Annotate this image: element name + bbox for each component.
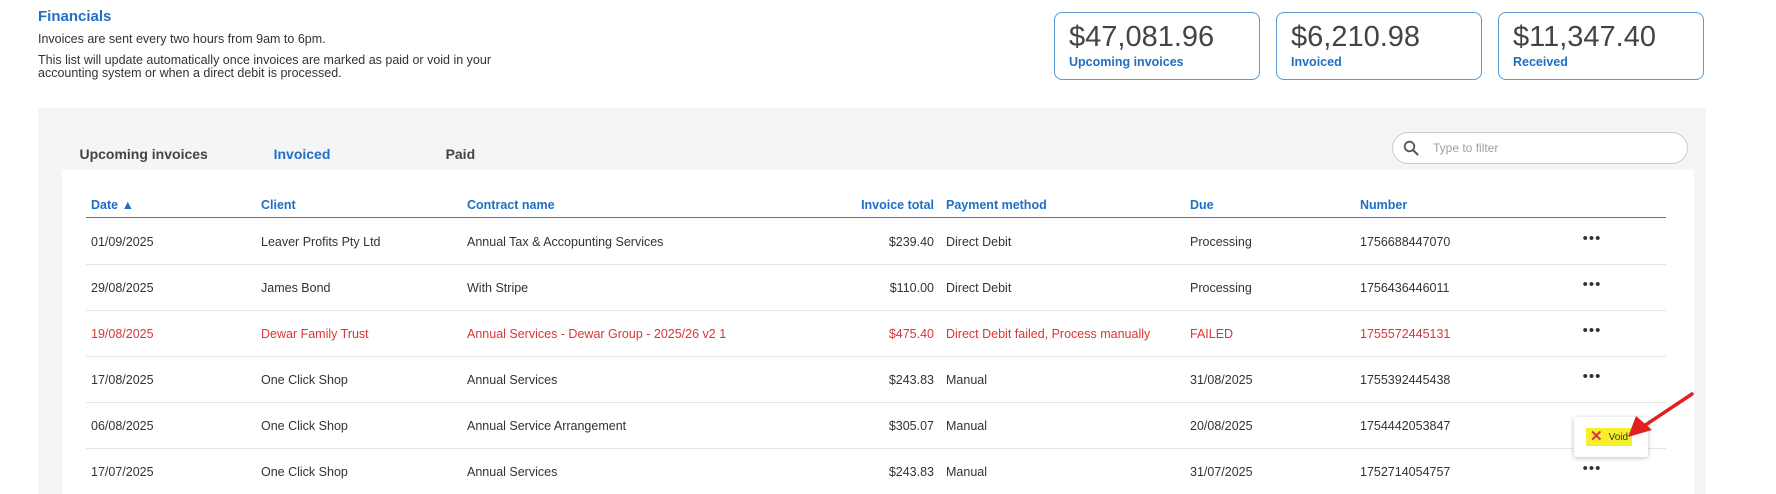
column-header-payment-method[interactable]: Payment method (946, 198, 1047, 212)
cell-payment-method: Manual (946, 465, 987, 479)
stat-value: $47,081.96 (1069, 21, 1215, 53)
cell-payment-method: Direct Debit (946, 235, 1012, 249)
cell-due: 20/08/2025 (1190, 419, 1253, 433)
cell-due: Processing (1190, 281, 1252, 295)
cell-date: 29/08/2025 (91, 281, 154, 295)
cell-invoice-total: $243.83 (888, 373, 934, 387)
cell-number: 1756688447070 (1360, 235, 1451, 249)
invoices-panel: Upcoming invoices Invoiced Paid Date ▲ C… (38, 108, 1706, 494)
table-row[interactable]: 17/08/2025 One Click Shop Annual Service… (86, 357, 1666, 403)
more-actions-icon[interactable]: ••• (1580, 231, 1604, 251)
cell-client: James Bond (261, 281, 331, 295)
cell-client: One Click Shop (261, 373, 348, 387)
cell-contract-name: Annual Service Arrangement (467, 419, 627, 433)
cell-payment-method: Direct Debit (946, 281, 1012, 295)
column-header-due[interactable]: Due (1190, 198, 1214, 212)
cell-payment-method: Direct Debit failed, Process manually (946, 327, 1151, 341)
stat-value: $11,347.40 (1513, 21, 1656, 53)
cell-client: One Click Shop (261, 465, 348, 479)
cell-client: Leaver Profits Pty Ltd (261, 235, 381, 249)
cell-number: 1754442053847 (1360, 419, 1451, 433)
column-header-date[interactable]: Date ▲ (91, 198, 134, 212)
table-row-failed[interactable]: 19/08/2025 Dewar Family Trust Annual Ser… (86, 311, 1666, 357)
cell-client: One Click Shop (261, 419, 348, 433)
invoices-table: Date ▲ Client Contract name Invoice tota… (62, 170, 1694, 494)
cell-due: Processing (1190, 235, 1252, 249)
column-header-invoice-total[interactable]: Invoice total (861, 198, 934, 212)
cell-date: 17/07/2025 (91, 465, 154, 479)
cell-contract-name: Annual Tax & Accopunting Services (467, 235, 664, 249)
cell-invoice-total: $475.40 (888, 327, 934, 341)
table-row[interactable]: 06/08/2025 One Click Shop Annual Service… (86, 403, 1666, 449)
page-description-detail: This list will update automatically once… (38, 53, 491, 80)
column-header-number[interactable]: Number (1360, 198, 1407, 212)
cell-invoice-total: $305.07 (888, 419, 934, 433)
more-actions-icon[interactable]: ••• (1580, 461, 1604, 481)
cell-date: 17/08/2025 (91, 373, 154, 387)
stat-label: Received (1513, 55, 1568, 69)
search-icon (1403, 140, 1419, 156)
stat-label: Upcoming invoices (1069, 55, 1184, 69)
table-row[interactable]: 01/09/2025 Leaver Profits Pty Ltd Annual… (86, 219, 1666, 265)
filter-input[interactable] (1433, 141, 1673, 155)
cell-contract-name: With Stripe (467, 281, 529, 295)
cell-date: 06/08/2025 (91, 419, 154, 433)
cell-invoice-total: $110.00 (889, 281, 934, 295)
stat-value: $6,210.98 (1291, 21, 1421, 53)
more-actions-icon[interactable]: ••• (1580, 323, 1604, 343)
page-title: Financials (38, 8, 112, 25)
cell-date: 01/09/2025 (91, 235, 154, 249)
cell-due-status: FAILED (1190, 327, 1234, 341)
cell-number: 1755392445438 (1360, 373, 1451, 387)
cell-payment-method: Manual (946, 373, 987, 387)
cell-number: 1752714054757 (1360, 465, 1451, 479)
more-actions-icon[interactable]: ••• (1580, 369, 1604, 389)
stat-card-upcoming: $47,081.96 Upcoming invoices (1054, 12, 1260, 80)
cell-contract-name: Annual Services (467, 373, 558, 387)
cell-number: 1755572445131 (1360, 327, 1451, 341)
column-header-client[interactable]: Client (261, 198, 296, 212)
more-actions-icon[interactable]: ••• (1580, 277, 1604, 297)
stat-card-received: $11,347.40 Received (1498, 12, 1704, 80)
stat-label: Invoiced (1291, 55, 1342, 69)
table-row[interactable]: 29/08/2025 James Bond With Stripe $110.0… (86, 265, 1666, 311)
close-icon: ✕ (1590, 428, 1603, 445)
table-row[interactable]: 17/07/2025 One Click Shop Annual Service… (86, 449, 1666, 494)
cell-payment-method: Manual (946, 419, 987, 433)
cell-invoice-total: $239.40 (888, 235, 934, 249)
column-header-contract-name[interactable]: Contract name (467, 198, 555, 212)
cell-contract-name: Annual Services (467, 465, 558, 479)
filter-box[interactable] (1392, 132, 1688, 164)
annotation-arrow-icon (1628, 392, 1694, 437)
cell-number: 1756436446011 (1360, 281, 1450, 295)
cell-due: 31/08/2025 (1190, 373, 1253, 387)
cell-due: 31/07/2025 (1190, 465, 1253, 479)
stat-card-invoiced: $6,210.98 Invoiced (1276, 12, 1482, 80)
header: Financials Invoices are sent every two h… (38, 8, 558, 80)
cell-contract-name: Annual Services - Dewar Group - 2025/26 … (467, 327, 727, 341)
cell-client: Dewar Family Trust (261, 327, 369, 341)
cell-invoice-total: $243.83 (888, 465, 934, 479)
cell-date: 19/08/2025 (91, 327, 154, 341)
page-description: Invoices are sent every two hours from 9… (38, 32, 326, 46)
table-header: Date ▲ Client Contract name Invoice tota… (86, 192, 1666, 218)
